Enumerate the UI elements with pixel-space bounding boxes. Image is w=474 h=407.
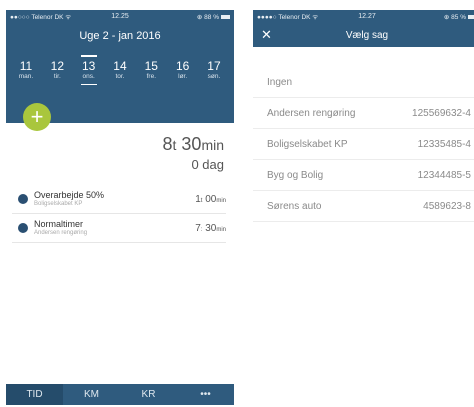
case-list: Ingen Andersen rengøring 125569632-4 Boli… — [253, 67, 474, 222]
plus-icon: + — [30, 104, 44, 129]
list-item[interactable]: Normaltimer Andersen rengøring 7: 30min — [12, 214, 226, 243]
battery-indicator: ⊕ 85 % — [404, 13, 474, 21]
carrier-label: ●●●●○ Telenor DK ᯤ — [257, 14, 319, 21]
select-case-screen: ●●●●○ Telenor DK ᯤ 12.27 ⊕ 85 % ✕ Vælg s… — [253, 10, 474, 405]
entry-list: Overarbejde 50% Boligselskabet KP 1t 00m… — [12, 185, 226, 243]
bottom-tab-bar: TID KM KR ••• — [6, 384, 234, 405]
tab-more[interactable]: ••• — [177, 384, 234, 405]
entry-subtitle: Boligselskabet KP — [34, 201, 83, 207]
day-mon[interactable]: 11 man. — [12, 60, 40, 81]
case-option[interactable]: Ingen — [253, 67, 474, 98]
case-option[interactable]: Boligselskabet KP 12335485-4 — [253, 129, 474, 160]
day-wed-selected[interactable]: 13 ons. — [75, 55, 103, 85]
status-bar: ●●○○○ Telenor DK ᯤ 12.25 ⊕ 88 % — [6, 10, 234, 23]
tab-kr[interactable]: KR — [120, 384, 177, 405]
close-icon[interactable]: ✕ — [261, 27, 272, 43]
time-registration-screen: ●●○○○ Telenor DK ᯤ 12.25 ⊕ 88 % Uge 2 - … — [6, 10, 234, 405]
case-option[interactable]: Andersen rengøring 125569632-4 — [253, 98, 474, 129]
day-sun[interactable]: 17 søn. — [200, 60, 228, 81]
day-selector: 11 man. 12 tir. 13 ons. 14 tor. 15 fre. 16 lør… — [6, 48, 234, 85]
total-days: 0 dag — [191, 157, 224, 172]
day-sat[interactable]: 16 lør. — [169, 60, 197, 81]
carrier-label: ●●○○○ Telenor DK ᯤ — [10, 14, 72, 21]
add-entry-button[interactable]: + — [23, 103, 51, 131]
day-fri[interactable]: 15 fre. — [137, 60, 165, 81]
entry-dot-icon — [18, 194, 28, 204]
entry-dot-icon — [18, 223, 28, 233]
day-totals: 8t 30min 0 dag — [162, 134, 224, 172]
case-option[interactable]: Sørens auto 4589623-8 — [253, 191, 474, 222]
battery-indicator: ⊕ 88 % — [157, 13, 230, 21]
battery-icon — [220, 14, 230, 19]
tab-km[interactable]: KM — [63, 384, 120, 405]
status-bar: ●●●●○ Telenor DK ᯤ 12.27 ⊕ 85 % — [253, 10, 474, 23]
entry-time: 7: 30min — [195, 222, 226, 234]
total-hours: 8t 30min — [162, 134, 224, 154]
modal-title: Vælg sag — [345, 29, 389, 41]
clock: 12.25 — [111, 13, 129, 20]
list-item[interactable]: Overarbejde 50% Boligselskabet KP 1t 00m… — [12, 185, 226, 214]
day-tue[interactable]: 12 tir. — [43, 60, 71, 81]
day-thu[interactable]: 14 tor. — [106, 60, 134, 81]
tab-tid[interactable]: TID — [6, 384, 63, 405]
battery-icon — [467, 14, 474, 19]
modal-header: ✕ Vælg sag — [253, 23, 474, 47]
week-title: Uge 2 - jan 2016 — [79, 30, 161, 42]
entry-title: Overarbejde 50% — [34, 190, 105, 200]
case-option[interactable]: Byg og Bolig 12344485-5 — [253, 160, 474, 191]
clock: 12.27 — [358, 13, 376, 20]
entry-title: Normaltimer — [34, 219, 84, 229]
entry-time: 1t 00min — [195, 193, 226, 205]
entry-subtitle: Andersen rengøring — [34, 230, 88, 236]
